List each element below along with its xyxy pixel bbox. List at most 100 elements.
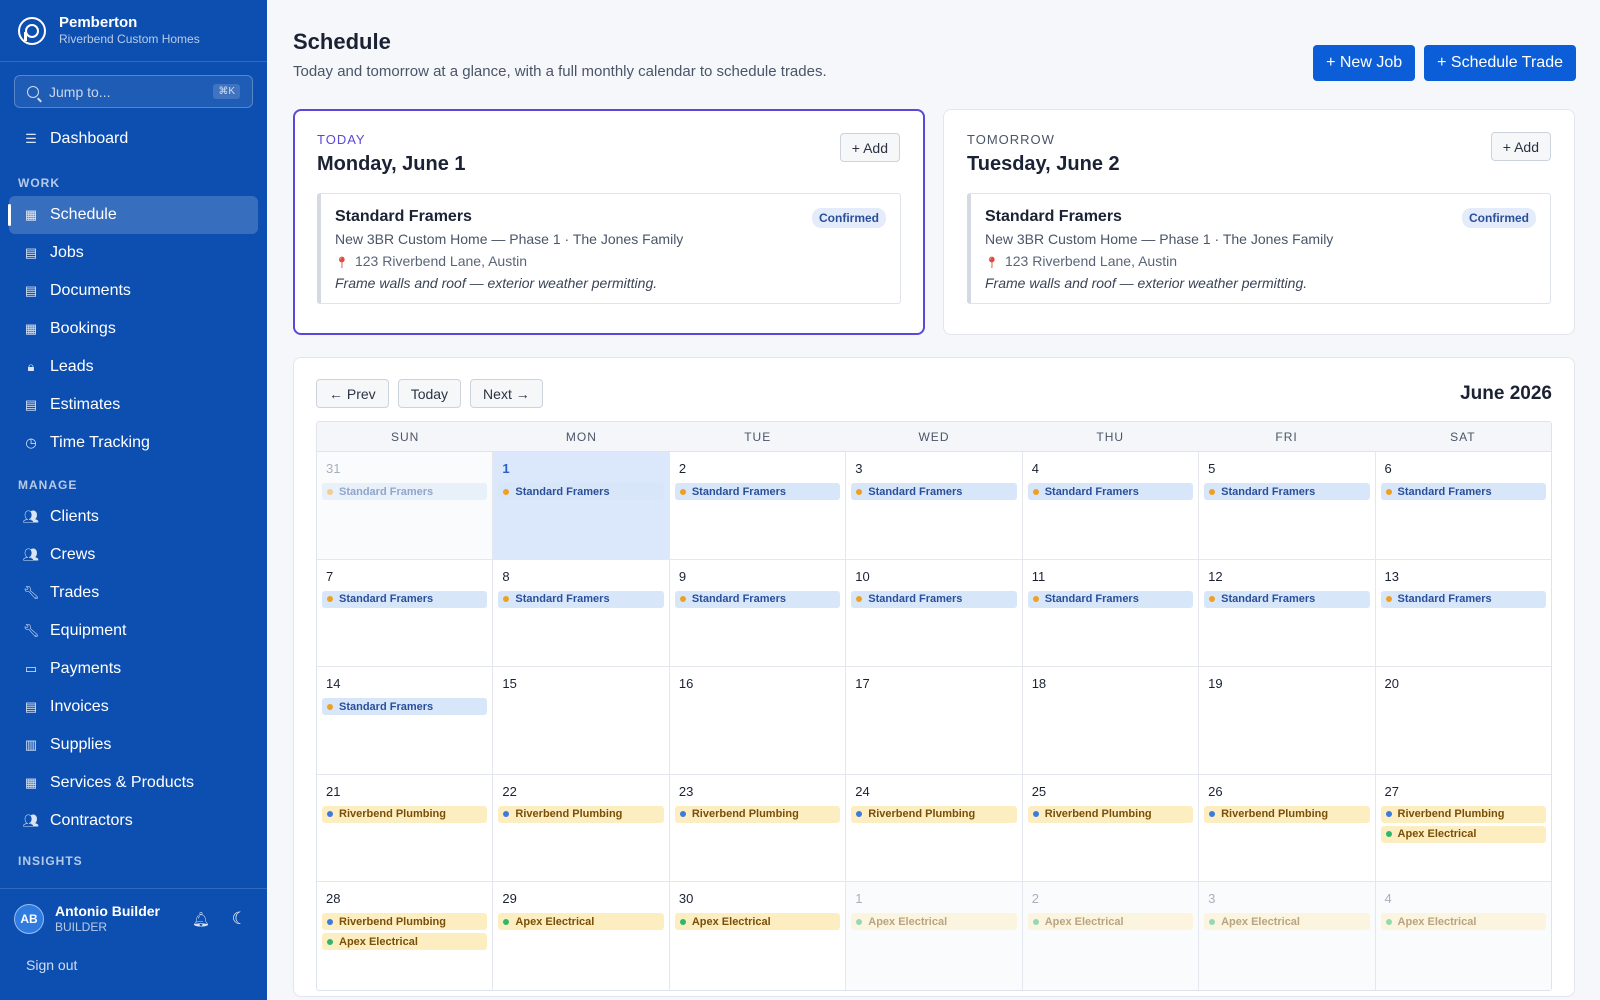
calendar-day-cell[interactable]: 10 Standard Framers [846,559,1023,667]
schedule-trade-button[interactable]: + Schedule Trade [1424,45,1576,81]
calendar-day-cell[interactable]: 9 Standard Framers [670,559,847,667]
sidebar-item-equipment[interactable]: 🔧︎ Equipment [9,612,258,650]
calendar-event[interactable]: Riverbend Plumbing [851,805,1017,823]
sidebar-item-payments[interactable]: ▭ Payments [9,650,258,688]
calendar-day-cell[interactable]: 13 Standard Framers [1376,560,1551,667]
prev-month-button[interactable]: ← Prev [316,379,389,408]
calendar-day-cell[interactable]: 2 Standard Framers [670,452,847,559]
calendar-day-cell[interactable]: 27 Riverbend Plumbing Apex Electrical [1376,775,1551,882]
jump-to-search[interactable]: Jump to... ⌘K [14,75,253,108]
calendar-event[interactable]: Standard Framers [1380,590,1546,608]
sidebar-item-trades[interactable]: 🔧︎ Trades [9,574,258,612]
calendar-card: ← Prev Today Next → June 2026 SUN MON TUE W… [293,357,1575,997]
calendar-day-cell[interactable]: 3 Standard Framers [846,452,1023,559]
sidebar-item-services-products[interactable]: ▦ Services & Products [9,764,258,802]
sidebar-item-clients[interactable]: 👥︎ Clients [9,498,258,536]
calendar-day-cell[interactable]: 7 Standard Framers [317,559,494,667]
sidebar-item-jobs[interactable]: ▤ Jobs [9,234,258,272]
calendar-day-cell[interactable]: 1 Standard Framers [493,452,670,559]
sidebar-item-documents[interactable]: ▤ Documents [9,272,258,310]
calendar-day-cell[interactable]: 21 Riverbend Plumbing [317,774,494,882]
calendar-event[interactable]: Apex Electrical [498,913,664,931]
sidebar-item-time-tracking[interactable]: ◷ Time Tracking [9,424,258,462]
calendar-day-cell[interactable]: 25 Riverbend Plumbing [1023,774,1200,882]
calendar-day-cell[interactable]: 19 [1199,667,1376,774]
today-job-card[interactable]: Standard Framers Confirmed New 3BR Custo… [317,193,901,304]
calendar-day-cell[interactable]: 30 Apex Electrical [670,882,847,990]
calendar-day-cell[interactable]: 22 Riverbend Plumbing [493,774,670,882]
calendar-event[interactable]: Riverbend Plumbing [322,913,488,931]
sidebar-item-schedule[interactable]: ▦ Schedule [8,196,258,234]
calendar-day-cell[interactable]: 3 Apex Electrical [1199,882,1376,990]
calendar-event[interactable]: Riverbend Plumbing [322,805,488,823]
calendar-day-cell[interactable]: 14 Standard Framers [317,667,494,774]
calendar-event[interactable]: Standard Framers [1204,590,1370,608]
calendar-event[interactable]: Apex Electrical [674,913,841,931]
calendar-day-cell[interactable]: 29 Apex Electrical [493,882,670,990]
calendar-day-cell[interactable]: 23 Riverbend Plumbing [670,774,847,882]
sidebar-item-dashboard[interactable]: ☰ Dashboard [9,120,258,158]
today-button[interactable]: Today [397,379,462,408]
sidebar-item-supplies[interactable]: ▥ Supplies [9,726,258,764]
calendar-day-cell[interactable]: 12 Standard Framers [1199,559,1376,667]
calendar-event[interactable]: Standard Framers [1204,483,1370,500]
calendar-event[interactable]: Apex Electrical [1380,913,1546,931]
calendar-day-cell[interactable]: 4 Standard Framers [1023,452,1200,559]
calendar-event[interactable]: Standard Framers [1027,590,1194,608]
tomorrow-job-card[interactable]: Standard Framers Confirmed New 3BR Custo… [967,193,1551,304]
calendar-event[interactable]: Standard Framers [1027,483,1194,500]
calendar-day-cell[interactable]: 1 Apex Electrical [846,882,1023,990]
calendar-event[interactable]: Apex Electrical [851,913,1017,931]
calendar-event[interactable]: Apex Electrical [1204,913,1370,931]
calendar-day-cell[interactable]: 18 [1023,667,1200,774]
calendar-event[interactable]: Riverbend Plumbing [1027,805,1194,823]
day-number: 7 [326,568,334,584]
calendar-event[interactable]: Apex Electrical [322,933,488,951]
calendar-day-cell[interactable]: 2 Apex Electrical [1022,882,1200,990]
sidebar-item-invoices[interactable]: ▤ Invoices [9,688,258,726]
moon-icon[interactable]: ☾ [232,909,247,929]
brand[interactable]: Pemberton Riverbend Custom Homes [0,0,267,62]
avatar[interactable]: AB [14,904,44,934]
calendar-event[interactable]: Standard Framers [322,698,488,716]
sign-out-link[interactable]: Sign out [0,935,267,973]
calendar-event[interactable]: Standard Framers [674,483,841,500]
calendar-event[interactable]: Riverbend Plumbing [674,805,841,823]
calendar-day-cell[interactable]: 24 Riverbend Plumbing [846,774,1023,882]
calendar-day-cell[interactable]: 11 Standard Framers [1023,559,1200,667]
today-add-button[interactable]: + Add [839,133,900,162]
calendar-day-cell[interactable]: 6 Standard Framers [1376,452,1551,559]
calendar-day-cell[interactable]: 31 Standard Framers [317,452,494,559]
calendar-event[interactable]: Riverbend Plumbing [1380,805,1546,823]
calendar-event[interactable]: Standard Framers [498,590,664,608]
calendar-event[interactable]: Standard Framers [851,590,1017,608]
calendar-event[interactable]: Standard Framers [322,483,488,500]
sidebar-item-crews[interactable]: 👥︎ Crews [9,536,258,574]
calendar-event[interactable]: Apex Electrical [1380,825,1546,843]
calendar-day-cell[interactable]: 20 [1376,667,1551,774]
calendar-event[interactable]: Riverbend Plumbing [498,805,664,823]
sidebar-item-leads[interactable]: 🔒︎ Leads [9,348,258,386]
calendar-day-cell[interactable]: 17 [846,667,1023,774]
sidebar-item-contractors[interactable]: 👥︎ Contractors [9,802,258,840]
calendar-event[interactable]: Apex Electrical [1027,913,1194,931]
calendar-day-cell[interactable]: 26 Riverbend Plumbing [1199,774,1376,882]
new-job-button[interactable]: + New Job [1313,45,1416,81]
sidebar-item-estimates[interactable]: ▤ Estimates [9,386,258,424]
bell-icon[interactable]: 🔔︎ [192,911,210,928]
calendar-day-cell[interactable]: 4 Apex Electrical [1375,882,1551,990]
calendar-day-cell[interactable]: 5 Standard Framers [1199,452,1376,559]
calendar-day-cell[interactable]: 8 Standard Framers [493,559,670,667]
calendar-event[interactable]: Riverbend Plumbing [1204,805,1370,823]
calendar-day-cell[interactable]: 15 [493,667,670,774]
calendar-day-cell[interactable]: 28 Riverbend Plumbing Apex Electrical [317,882,494,990]
calendar-event[interactable]: Standard Framers [498,483,664,500]
next-month-button[interactable]: Next → [470,379,543,408]
calendar-event[interactable]: Standard Framers [851,483,1017,500]
calendar-day-cell[interactable]: 16 [670,667,847,774]
calendar-event[interactable]: Standard Framers [322,590,488,608]
calendar-event[interactable]: Standard Framers [1380,483,1546,500]
sidebar-item-bookings[interactable]: ▦ Bookings [9,310,258,348]
calendar-event[interactable]: Standard Framers [674,590,841,608]
tomorrow-add-button[interactable]: + Add [1490,132,1551,161]
